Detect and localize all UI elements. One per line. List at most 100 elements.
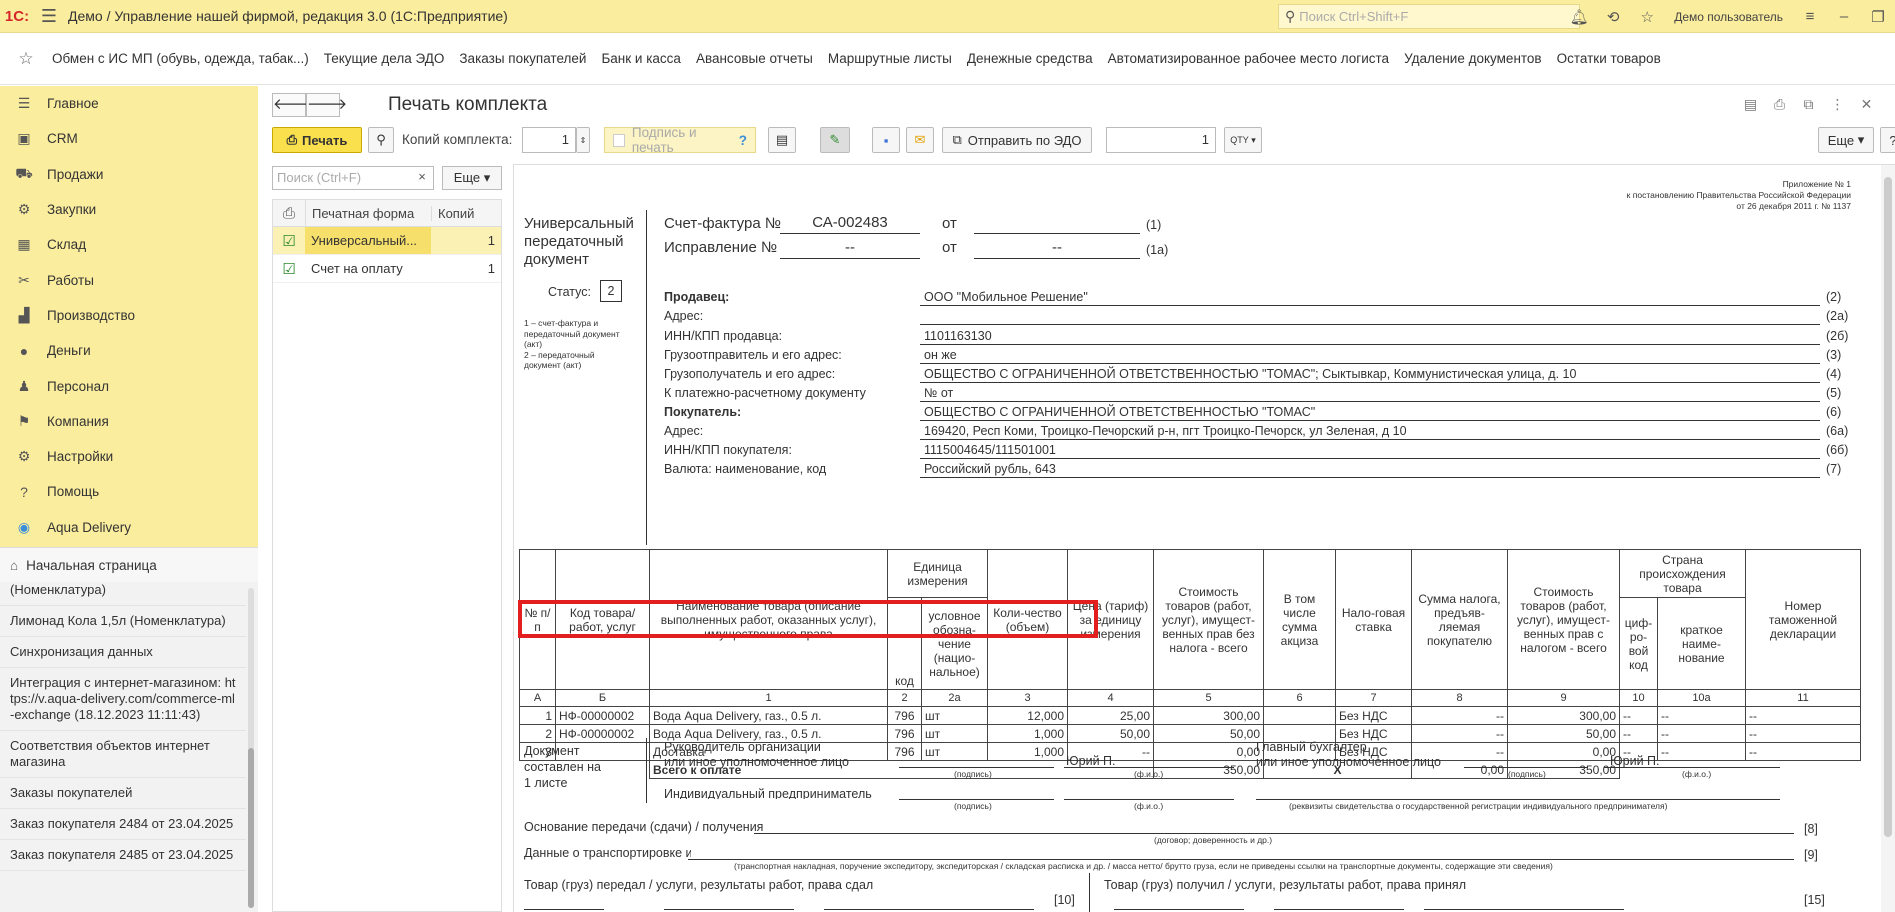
print-form-count[interactable]: 1 [431, 233, 501, 248]
history-item[interactable]: (Номенклатура) [0, 582, 246, 606]
more-button[interactable]: Еще ▾ [1818, 127, 1874, 153]
sidebar-item-production[interactable]: ▟ Производство [0, 298, 258, 333]
document-preview[interactable]: Приложение № 1 к постановлению Правитель… [513, 164, 1895, 912]
fav-link[interactable]: Удаление документов [1404, 51, 1542, 66]
fav-link[interactable]: Текущие дела ЭДО [324, 51, 445, 66]
warehouse-icon: ▦ [17, 236, 31, 253]
ip-label: Индивидуальный предприниматель [664, 787, 872, 799]
sidebar-item-sales[interactable]: ⛟ Продажи [0, 157, 258, 192]
fav-link[interactable]: Заказы покупателей [459, 51, 586, 66]
fav-link[interactable]: Банк и касса [601, 51, 681, 66]
fav-link[interactable]: Остатки товаров [1557, 51, 1661, 66]
favorites-star-icon[interactable]: ☆ [0, 49, 52, 69]
document-scrollbar[interactable] [1881, 165, 1895, 912]
sidebar-item-help[interactable]: ? Помощь [0, 474, 258, 509]
print-form-row[interactable]: ☑ Универсальный... 1 [273, 227, 501, 255]
sidebar-item-crm[interactable]: ▣ CRM [0, 121, 258, 156]
history-item[interactable]: Заказ покупателя 2484 от 23.04.2025 [0, 809, 246, 840]
history-item[interactable]: Заказы покупателей [0, 778, 246, 809]
history-panel: ⌂ Начальная страница (Номенклатура) Лимон… [0, 547, 258, 912]
print-button[interactable]: ⎙ Печать [272, 127, 362, 153]
field-underline [920, 420, 1820, 421]
global-search-placeholder: Поиск Ctrl+Shift+F [1299, 9, 1409, 24]
help-question-icon[interactable]: ? [739, 133, 747, 148]
email-button[interactable]: ✉ [906, 127, 934, 153]
clear-search-icon[interactable]: × [410, 166, 434, 190]
header-divider [646, 210, 647, 545]
cell-qty: 1,000 [987, 742, 1068, 761]
document-scroll-thumb[interactable] [1884, 177, 1892, 837]
fav-link[interactable]: Денежные средства [967, 51, 1093, 66]
copies-input[interactable]: 1 [522, 127, 576, 153]
col-copies[interactable]: Копий [431, 205, 501, 221]
preview-icon[interactable]: ⧉ [1794, 96, 1823, 113]
sidebar-item-main[interactable]: ☰ Главное [0, 86, 258, 121]
table-row: 1 НФ-00000002 Вода Aqua Delivery, газ., 0.… [519, 706, 1861, 725]
col-print-form[interactable]: Печатная форма [305, 200, 431, 226]
back-button[interactable]: 🡐 [272, 93, 313, 117]
fav-link[interactable]: Маршрутные листы [828, 51, 952, 66]
settings-menu-icon[interactable]: ≡ [1793, 8, 1827, 25]
sign-checkbox[interactable] [613, 133, 625, 147]
cell-cn: -- [1657, 742, 1746, 761]
sidebar-item-works[interactable]: ✂ Работы [0, 262, 258, 297]
bell-icon[interactable]: 🔔︎ [1562, 8, 1596, 26]
sidebar-item-company[interactable]: ⚑ Компания [0, 404, 258, 439]
sign-and-print-toggle[interactable]: Подпись и печать? [604, 125, 756, 155]
forms-more-button[interactable]: Еще ▾ [442, 166, 502, 190]
help-button[interactable]: ? [1880, 127, 1895, 153]
close-icon[interactable]: ✕ [1852, 96, 1881, 113]
user-name[interactable]: Демо пользователь [1674, 10, 1783, 24]
history-item[interactable]: Заказ покупателя 2485 от 23.04.2025 [0, 840, 246, 871]
title-bar: 1С: ☰ Демо / Управление нашей фирмой, ре… [0, 0, 1895, 33]
head-name: Юрий П. [1066, 754, 1116, 768]
history-item[interactable]: Соответствия объектов интернет магазина [0, 731, 246, 778]
checkbox-checked-icon[interactable]: ☑ [273, 232, 305, 250]
print-icon[interactable]: ⎙ [1765, 96, 1794, 113]
basis-label: Основание передачи (сдачи) / получения (… [524, 820, 766, 834]
more-vertical-icon[interactable]: ⋮ [1823, 96, 1852, 113]
send-edo-button[interactable]: ⧉ Отправить по ЭДО [942, 127, 1092, 153]
sidebar-item-personnel[interactable]: ♟ Персонал [0, 368, 258, 403]
qty-input[interactable]: 1 [1106, 127, 1216, 153]
invoice-from: от [942, 215, 957, 232]
history-scroll-thumb[interactable] [248, 748, 254, 908]
print-form-row[interactable]: ☑ Счет на оплату 1 [273, 255, 501, 283]
star-icon[interactable]: ☆ [1630, 8, 1664, 26]
app-logo-icon[interactable]: 1С: [0, 0, 34, 33]
field-label: Грузоотправитель и его адрес: [664, 348, 842, 362]
column-number: 3 [987, 689, 1068, 707]
save-icon[interactable]: ▤ [1736, 96, 1765, 113]
print-form-count[interactable]: 1 [431, 261, 501, 276]
sidebar-item-aqua-delivery[interactable]: ◉ Aqua Delivery [0, 510, 258, 545]
fav-link[interactable]: Авансовые отчеты [696, 51, 813, 66]
qty-dropdown[interactable]: QTY ▾ [1224, 127, 1262, 153]
history-icon[interactable]: ⟲ [1596, 8, 1630, 26]
sidebar-item-purchases[interactable]: ⚙ Закупки [0, 192, 258, 227]
maximize-icon[interactable]: ❐ [1861, 8, 1895, 26]
minimize-icon[interactable]: – [1827, 8, 1861, 25]
sidebar-item-settings[interactable]: ⚙ Настройки [0, 439, 258, 474]
history-scrollbar[interactable] [248, 588, 254, 908]
copies-stepper[interactable]: ⇕ [576, 127, 590, 153]
table-button[interactable]: ▤ [768, 127, 796, 153]
cell-cc: -- [1619, 706, 1658, 725]
edit-button[interactable]: ✎ [820, 127, 850, 153]
history-item[interactable]: Лимонад Кола 1,5л (Номенклатура) [0, 606, 246, 637]
th-customs: Номер таможенной декларации [1745, 549, 1861, 690]
forward-button[interactable]: 🡒 [306, 93, 347, 117]
history-item[interactable]: Синхронизация данных [0, 637, 246, 668]
save-button[interactable]: ▪ [872, 127, 900, 153]
sidebar-item-warehouse[interactable]: ▦ Склад [0, 227, 258, 262]
fav-link[interactable]: Автоматизированное рабочее место логиста [1108, 51, 1389, 66]
history-item[interactable]: Интеграция с интернет-магазином: https:/… [0, 668, 246, 731]
sidebar-item-money[interactable]: ● Деньги [0, 333, 258, 368]
checkbox-checked-icon[interactable]: ☑ [273, 260, 305, 278]
head-label-line: Руководитель организации [664, 740, 821, 754]
preview-button[interactable]: ⚲ [368, 127, 394, 153]
fav-link[interactable]: Обмен с ИС МП (обувь, одежда, табак...) [52, 51, 309, 66]
main-menu-icon[interactable]: ☰ [34, 6, 64, 27]
global-search-input[interactable]: ⚲ Поиск Ctrl+Shift+F [1278, 4, 1580, 29]
highlight-box [518, 600, 1098, 638]
home-page-link[interactable]: ⌂ Начальная страница [0, 548, 258, 582]
